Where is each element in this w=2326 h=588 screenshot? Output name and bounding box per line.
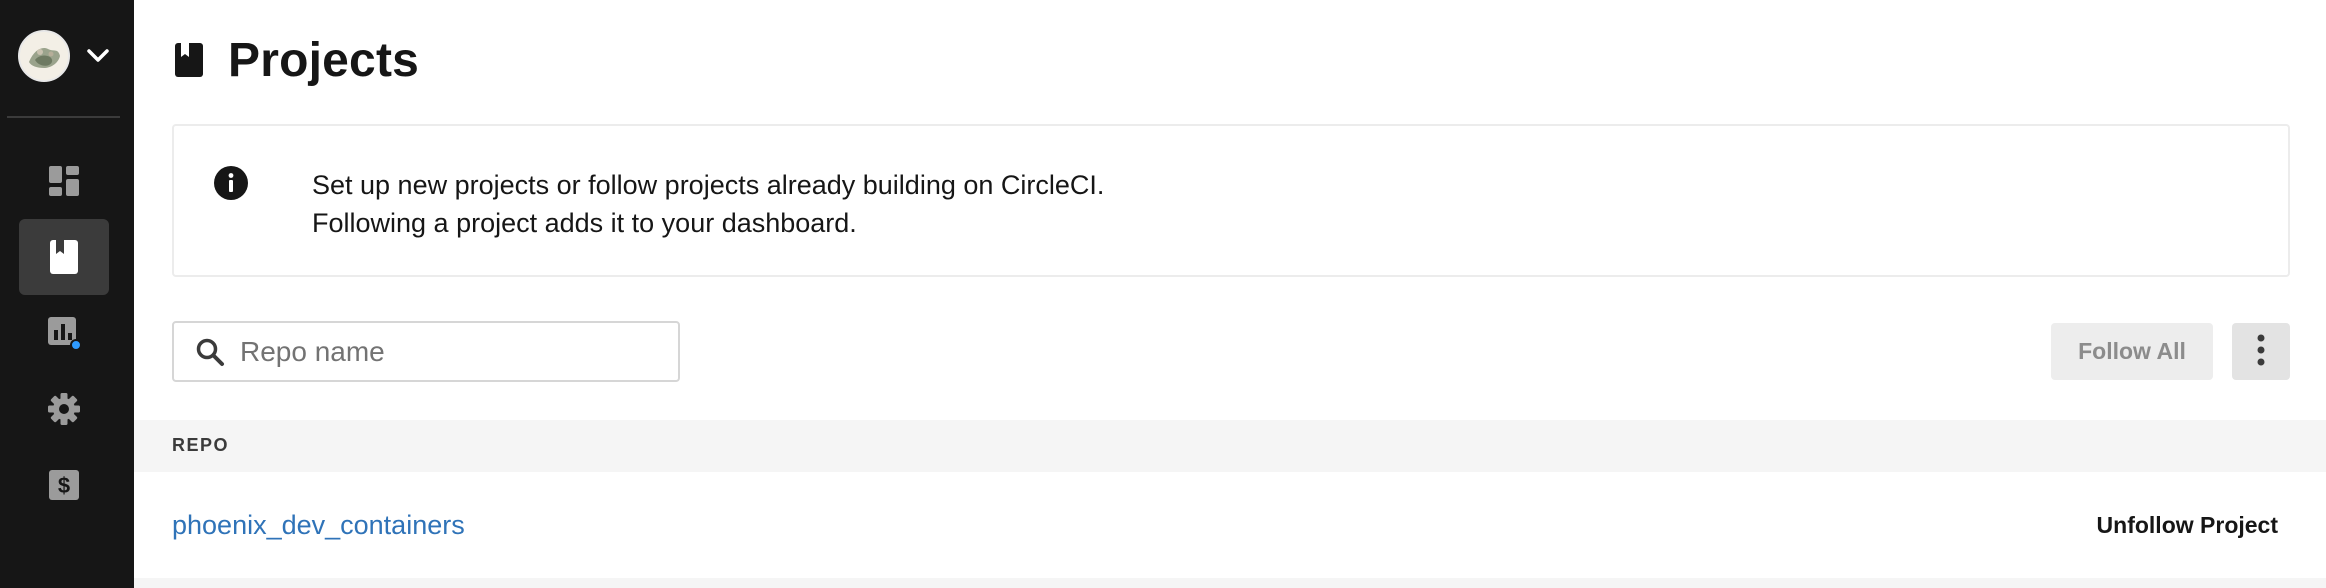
sidebar: $ [0,0,134,588]
table-header: REPO [134,420,2326,472]
insights-chart-icon [47,316,82,351]
search-field[interactable] [172,321,680,382]
column-header-repo: REPO [172,435,230,455]
info-banner: Set up new projects or follow projects a… [172,124,2290,277]
sidebar-item-plan[interactable]: $ [19,447,109,523]
svg-text:$: $ [58,473,70,498]
sidebar-item-dashboard[interactable] [19,143,109,219]
row-divider [134,578,2326,588]
info-icon [214,166,248,200]
search-icon [192,334,228,370]
follow-all-button[interactable]: Follow All [2051,323,2213,380]
sidebar-item-projects[interactable] [19,219,109,295]
projects-book-icon [172,40,206,80]
page-title: Projects [228,33,420,87]
dollar-icon: $ [48,469,80,501]
table-row: phoenix_dev_containers Unfollow Project [134,472,2326,578]
org-avatar [18,30,70,82]
unfollow-project-button[interactable]: Unfollow Project [2097,506,2278,544]
more-vertical-icon [2257,334,2265,369]
main-content: Projects Set up new projects or follow p… [134,0,2326,588]
insights-badge-dot [70,339,82,351]
org-switcher[interactable] [18,29,118,83]
info-text: Set up new projects or follow projects a… [312,166,1104,242]
dashboard-icon [48,165,80,197]
sidebar-item-settings[interactable] [19,371,109,447]
gear-icon [47,392,81,426]
chevron-down-icon [86,44,110,68]
more-options-button[interactable] [2232,323,2290,380]
sidebar-item-insights[interactable] [19,295,109,371]
search-input[interactable] [240,335,660,368]
projects-book-icon [49,239,79,275]
repo-link[interactable]: phoenix_dev_containers [172,510,465,541]
page-header: Projects [172,30,419,90]
info-line-1: Set up new projects or follow projects a… [312,170,1105,200]
sidebar-divider [7,116,120,118]
info-line-2: Following a project adds it to your dash… [312,208,857,238]
